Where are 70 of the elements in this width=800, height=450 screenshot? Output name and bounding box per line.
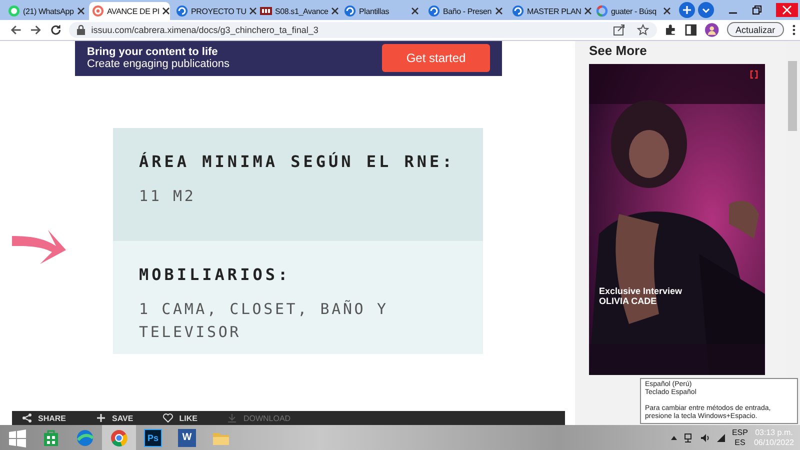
banner-subline: Create engaging publications — [87, 58, 230, 71]
close-icon[interactable] — [411, 7, 419, 15]
browser-tab[interactable]: Plantillas — [341, 2, 422, 20]
taskbar-app[interactable]: W — [170, 425, 204, 450]
plus-icon — [96, 413, 106, 423]
update-button[interactable]: Actualizar — [726, 22, 784, 38]
swirl-icon — [512, 5, 524, 17]
taskbar-app[interactable] — [102, 425, 136, 450]
signal-icon[interactable] — [716, 432, 726, 442]
close-icon[interactable] — [76, 7, 85, 15]
browser-tab[interactable]: PROYECTO TU — [173, 2, 254, 20]
reload-icon[interactable] — [50, 24, 62, 36]
close-icon[interactable] — [162, 7, 170, 15]
address-field[interactable]: issuu.com/cabrera.ximena/docs/g3_chinchero_ta_final_3 — [69, 22, 658, 38]
swirl-icon — [428, 5, 440, 17]
heart-icon — [163, 413, 174, 423]
menu-icon[interactable] — [792, 24, 796, 36]
side-panel-icon[interactable] — [685, 24, 697, 36]
shopping-bag-icon — [41, 428, 61, 448]
action-button[interactable]: LIKE — [163, 413, 198, 423]
get-started-button[interactable]: Get started — [382, 44, 490, 72]
action-button[interactable]: SHARE — [22, 413, 66, 423]
picture-caption: Exclusive Interview — [599, 286, 682, 296]
share-icon[interactable] — [613, 24, 626, 36]
star-icon[interactable] — [637, 24, 650, 36]
section-heading: See More — [589, 42, 648, 58]
app-tile-icon: Ps — [144, 428, 162, 446]
app-tile-icon: W — [178, 428, 196, 446]
windows-logo-icon — [7, 428, 27, 448]
browser-tab[interactable]: AVANCE DE PI — [89, 2, 170, 20]
close-icon[interactable] — [495, 7, 503, 15]
colored-ring-icon — [596, 5, 608, 17]
browser-tab[interactable]: Baño - Presen — [425, 2, 506, 20]
speaker-icon[interactable] — [700, 432, 710, 442]
taskbar-app[interactable]: Ps — [136, 425, 170, 450]
puzzle-icon[interactable] — [665, 24, 678, 36]
close-icon[interactable] — [663, 7, 671, 15]
swirl-icon — [176, 5, 188, 17]
browser-tab[interactable]: MASTER PLAN — [509, 2, 590, 20]
avatar-icon[interactable] — [704, 22, 719, 37]
share-icon — [22, 413, 32, 423]
wave-circle-icon — [75, 428, 95, 448]
film-icon — [260, 5, 272, 17]
close-icon[interactable] — [249, 7, 258, 15]
section-value: 11 M2 — [139, 186, 197, 207]
chevron-down-icon[interactable] — [698, 2, 714, 18]
network-icon[interactable] — [684, 432, 694, 442]
close-icon[interactable] — [584, 7, 592, 15]
picture-title: OLIVIA CADE — [599, 296, 658, 306]
banner-headline: Bring your content to life — [87, 46, 219, 58]
colored-circle-icon — [109, 428, 129, 448]
back-arrow-icon[interactable] — [10, 24, 22, 36]
bracket-icon — [750, 70, 758, 79]
section-heading: ÁREA MINIMA SEGÚN EL RNE: — [139, 152, 456, 171]
caret-up-icon[interactable] — [670, 434, 678, 440]
forward-arrow-icon[interactable] — [30, 24, 42, 36]
download-icon — [227, 413, 238, 423]
section-heading: MOBILIARIOS: — [139, 264, 292, 284]
swirl-icon — [344, 5, 356, 17]
lock-icon — [77, 24, 86, 35]
plus-icon[interactable] — [679, 2, 695, 18]
action-button[interactable]: SAVE — [96, 413, 134, 423]
close-icon[interactable] — [331, 7, 340, 15]
restore-icon[interactable] — [752, 5, 762, 15]
browser-tab[interactable]: guater - Búsq — [593, 2, 674, 20]
browser-tab[interactable]: S08.s1_Avance — [257, 2, 338, 20]
ring-icon — [92, 5, 104, 17]
language-indicator[interactable]: ESP ES — [732, 428, 748, 448]
section-value: 1 CAMA, CLOSET, BAÑO Y TELEVISOR — [139, 298, 390, 343]
browser-tab[interactable]: (21) WhatsApp — [5, 2, 86, 20]
